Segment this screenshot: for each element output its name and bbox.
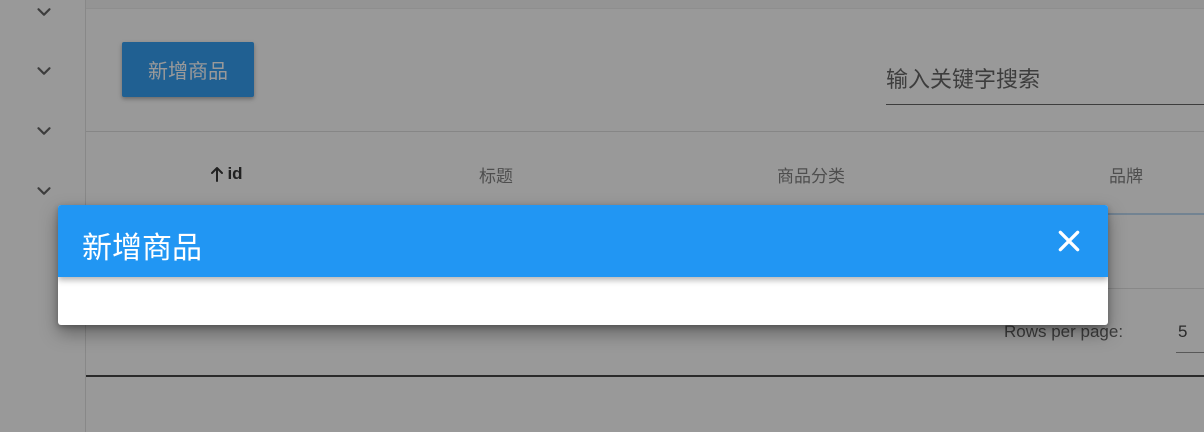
app: 新增商品 id 标题 商品分类 品牌 Rows per page: 5 新增商品 <box>0 0 1204 432</box>
dialog-title: 新增商品 <box>82 231 202 266</box>
dialog-close-button[interactable] <box>1050 222 1088 260</box>
close-icon <box>1058 230 1080 252</box>
add-product-dialog: 新增商品 <box>58 205 1108 325</box>
dialog-toolbar: 新增商品 <box>58 205 1108 277</box>
